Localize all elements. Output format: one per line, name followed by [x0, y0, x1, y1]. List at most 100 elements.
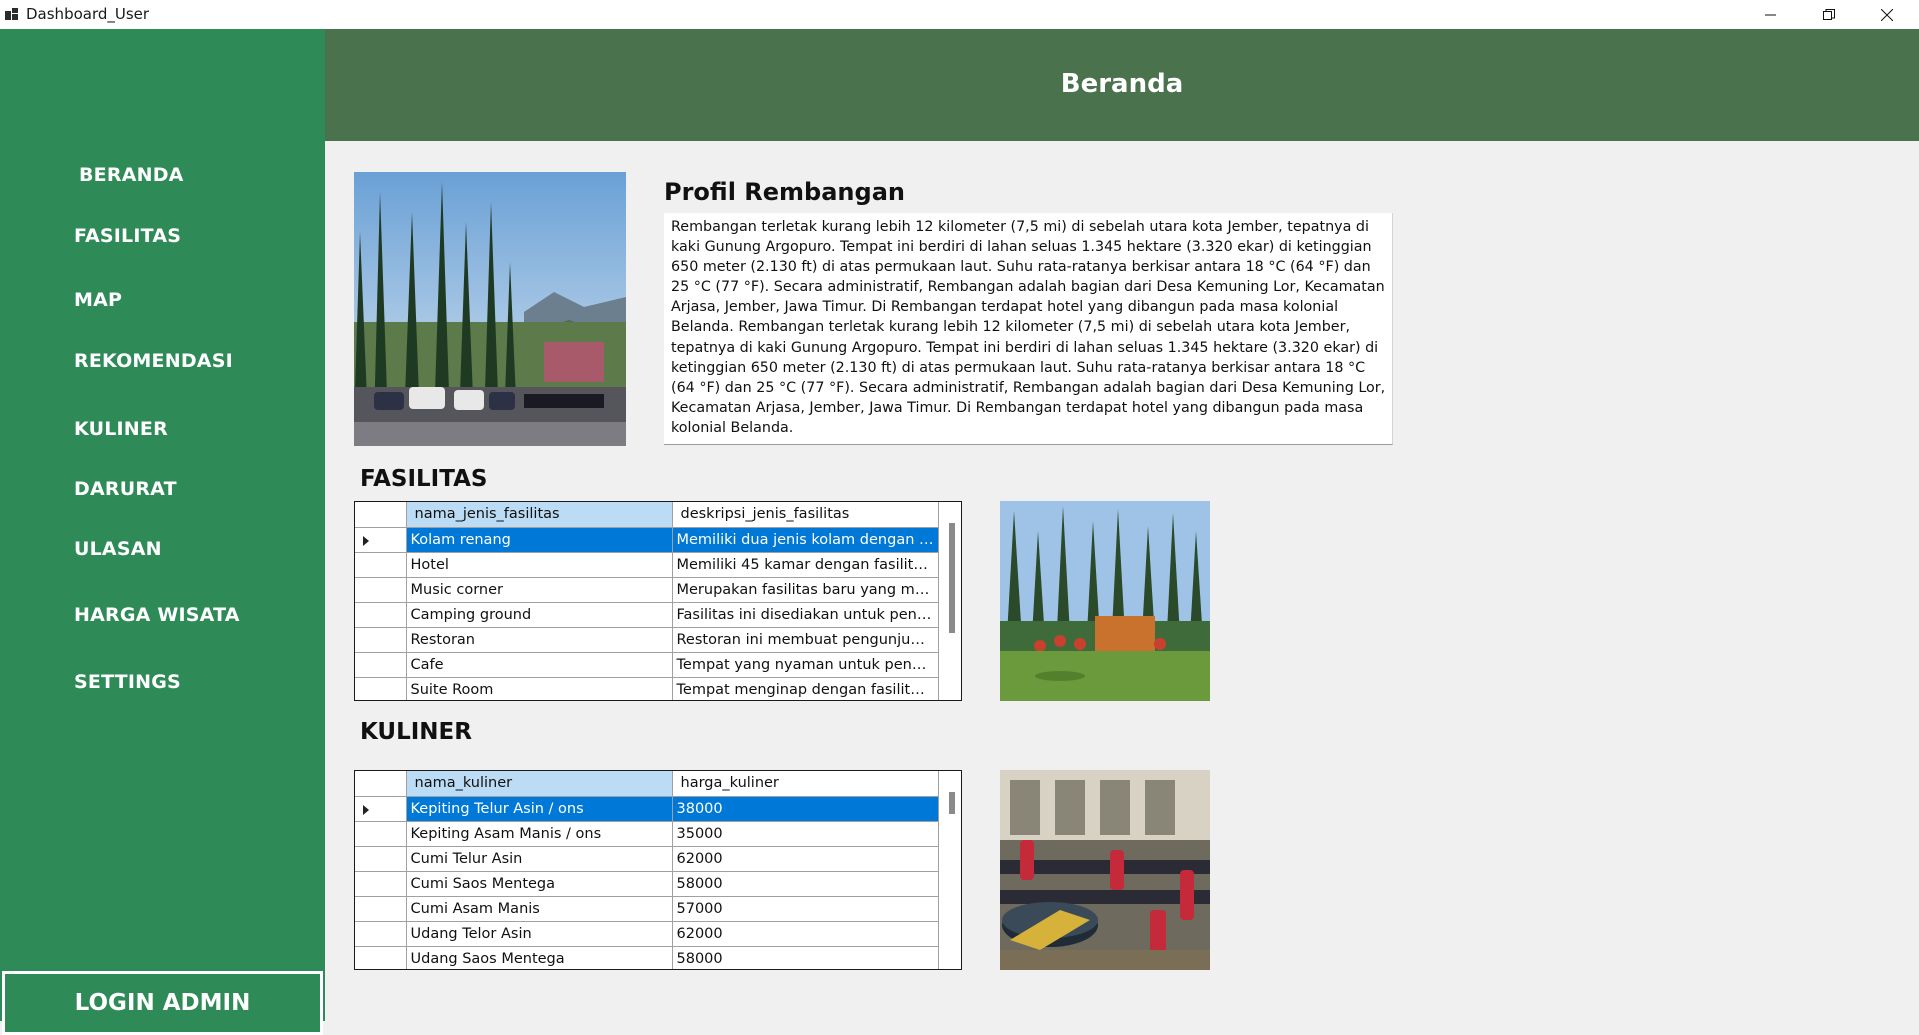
table-cell[interactable]: 62000: [672, 921, 939, 947]
restore-icon: [1823, 8, 1835, 20]
fasilitas-grid[interactable]: nama_jenis_fasilitas deskripsi_jenis_fas…: [354, 501, 962, 701]
table-cell[interactable]: 35000: [672, 821, 939, 847]
scrollbar-thumb[interactable]: [949, 523, 955, 633]
kuliner-grid[interactable]: nama_kuliner harga_kuliner Kepiting Telu…: [354, 770, 962, 970]
table-cell[interactable]: Memiliki dua jenis kolam dengan sat...: [672, 527, 939, 553]
row-header[interactable]: [355, 896, 407, 922]
grid-corner: [355, 771, 407, 797]
current-row-arrow-icon: [363, 804, 369, 815]
fasilitas-table: nama_jenis_fasilitas deskripsi_jenis_fas…: [355, 502, 939, 700]
table-cell[interactable]: Memiliki 45 kamar dengan fasilitas y...: [672, 552, 939, 578]
login-admin-button[interactable]: LOGIN ADMIN: [2, 971, 323, 1035]
table-cell[interactable]: Restoran: [406, 627, 673, 653]
row-header[interactable]: [355, 677, 407, 700]
restore-button[interactable]: [1800, 0, 1858, 29]
fasilitas-photo: [1000, 501, 1210, 701]
table-row[interactable]: Music corner Merupakan fasilitas baru yan…: [355, 577, 939, 603]
sidebar-item-darurat[interactable]: DARURAT: [74, 478, 177, 500]
profile-title: Profil Rembangan: [664, 178, 905, 206]
table-row[interactable]: Cumi Telur Asin 62000: [355, 846, 939, 872]
row-header[interactable]: [355, 796, 407, 822]
table-cell[interactable]: Kolam renang: [406, 527, 673, 553]
fasilitas-title: FASILITAS: [360, 466, 488, 492]
table-row[interactable]: Kepiting Asam Manis / ons 35000: [355, 821, 939, 847]
grid-corner: [355, 502, 407, 528]
row-header[interactable]: [355, 602, 407, 628]
row-header[interactable]: [355, 821, 407, 847]
table-row[interactable]: Kepiting Telur Asin / ons 38000: [355, 796, 939, 822]
profile-photo: [354, 172, 626, 446]
row-header[interactable]: [355, 846, 407, 872]
row-header[interactable]: [355, 527, 407, 553]
table-row[interactable]: Camping ground Fasilitas ini disediakan u…: [355, 602, 939, 628]
sidebar-item-kuliner[interactable]: KULINER: [74, 418, 168, 440]
table-cell[interactable]: Udang Saos Mentega: [406, 946, 673, 969]
table-row[interactable]: Cafe Tempat yang nyaman untuk pengunju...: [355, 652, 939, 678]
window-titlebar: Dashboard_User: [0, 0, 1919, 29]
table-cell[interactable]: 62000: [672, 846, 939, 872]
row-header[interactable]: [355, 921, 407, 947]
table-row[interactable]: Restoran Restoran ini membuat pengunjung …: [355, 627, 939, 653]
table-cell[interactable]: Cumi Saos Mentega: [406, 871, 673, 897]
table-header-row: nama_kuliner harga_kuliner: [355, 771, 939, 797]
page-title: Beranda: [1060, 69, 1184, 99]
table-cell[interactable]: Kepiting Asam Manis / ons: [406, 821, 673, 847]
row-header[interactable]: [355, 946, 407, 969]
table-cell[interactable]: Cumi Telur Asin: [406, 846, 673, 872]
sidebar-item-ulasan[interactable]: ULASAN: [74, 538, 162, 560]
row-header[interactable]: [355, 871, 407, 897]
scrollbar-thumb[interactable]: [949, 792, 955, 814]
close-button[interactable]: [1858, 0, 1916, 29]
profile-text: Rembangan terletak kurang lebih 12 kilom…: [671, 219, 1386, 436]
table-cell[interactable]: Restoran ini membuat pengunjung d...: [672, 627, 939, 653]
table-row[interactable]: Udang Saos Mentega 58000: [355, 946, 939, 969]
sidebar: BERANDA FASILITAS MAP REKOMENDASI KULINE…: [0, 29, 325, 1035]
table-row[interactable]: Suite Room Tempat menginap dengan fasilit…: [355, 677, 939, 700]
table-row[interactable]: Kolam renang Memiliki dua jenis kolam den…: [355, 527, 939, 553]
window-title: Dashboard_User: [26, 5, 150, 23]
table-cell[interactable]: Tempat yang nyaman untuk pengunju...: [672, 652, 939, 678]
column-header[interactable]: harga_kuliner: [672, 771, 939, 797]
sidebar-item-harga-wisata[interactable]: HARGA WISATA: [74, 604, 240, 626]
sidebar-item-map[interactable]: MAP: [74, 289, 122, 311]
table-row[interactable]: Cumi Asam Manis 57000: [355, 896, 939, 922]
table-cell[interactable]: Camping ground: [406, 602, 673, 628]
table-cell[interactable]: Hotel: [406, 552, 673, 578]
sidebar-item-fasilitas[interactable]: FASILITAS: [74, 225, 181, 247]
table-cell[interactable]: 38000: [672, 796, 939, 822]
page-header: Beranda: [325, 29, 1919, 141]
table-cell[interactable]: Kepiting Telur Asin / ons: [406, 796, 673, 822]
table-row[interactable]: Hotel Memiliki 45 kamar dengan fasilitas …: [355, 552, 939, 578]
close-icon: [1881, 8, 1893, 21]
kuliner-photo: [1000, 770, 1210, 970]
column-header[interactable]: nama_kuliner: [406, 771, 673, 797]
table-cell[interactable]: Udang Telor Asin: [406, 921, 673, 947]
fasilitas-scrollbar[interactable]: [941, 502, 961, 700]
table-cell[interactable]: Suite Room: [406, 677, 673, 700]
minimize-icon: [1765, 14, 1776, 15]
row-header[interactable]: [355, 627, 407, 653]
table-cell[interactable]: Cafe: [406, 652, 673, 678]
row-header[interactable]: [355, 577, 407, 603]
table-cell[interactable]: Cumi Asam Manis: [406, 896, 673, 922]
sidebar-item-beranda[interactable]: BERANDA: [79, 164, 184, 186]
table-cell[interactable]: Tempat menginap dengan fasilitas le...: [672, 677, 939, 700]
row-header[interactable]: [355, 552, 407, 578]
table-row[interactable]: Udang Telor Asin 62000: [355, 921, 939, 947]
table-cell[interactable]: Fasilitas ini disediakan untuk pengala..…: [672, 602, 939, 628]
column-header[interactable]: deskripsi_jenis_fasilitas: [672, 502, 939, 528]
table-row[interactable]: Cumi Saos Mentega 58000: [355, 871, 939, 897]
sidebar-item-rekomendasi[interactable]: REKOMENDASI: [74, 350, 233, 372]
row-header[interactable]: [355, 652, 407, 678]
table-cell[interactable]: 57000: [672, 896, 939, 922]
table-cell[interactable]: Music corner: [406, 577, 673, 603]
minimize-button[interactable]: [1742, 0, 1800, 29]
column-header[interactable]: nama_jenis_fasilitas: [406, 502, 673, 528]
profile-description: Rembangan terletak kurang lebih 12 kilom…: [664, 213, 1393, 445]
table-cell[interactable]: 58000: [672, 871, 939, 897]
table-cell[interactable]: 58000: [672, 946, 939, 969]
table-cell[interactable]: Merupakan fasilitas baru yang mena...: [672, 577, 939, 603]
app-icon: [5, 8, 19, 20]
kuliner-scrollbar[interactable]: [941, 771, 961, 969]
sidebar-item-settings[interactable]: SETTINGS: [74, 671, 181, 693]
